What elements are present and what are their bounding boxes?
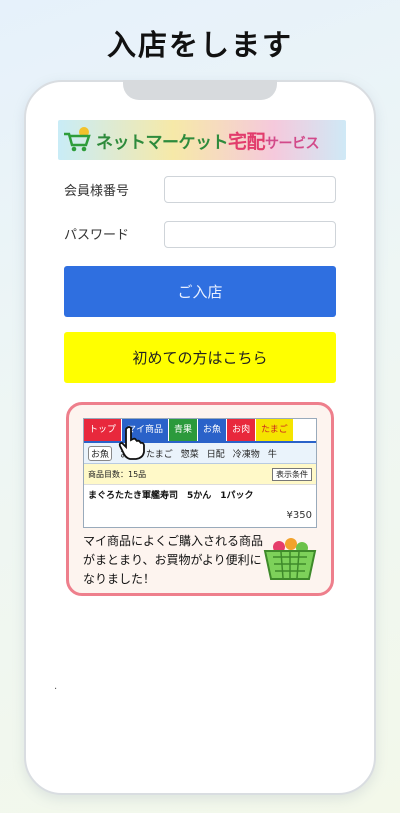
- shopping-cart-icon: [58, 120, 96, 160]
- banner-text-part3: サービス: [265, 135, 320, 152]
- promo-tab-vegetables: 青果: [169, 419, 199, 441]
- shopping-basket-icon: [261, 535, 319, 583]
- promo-tab-meat: お肉: [227, 419, 257, 441]
- page-title: 入店をします: [106, 28, 293, 62]
- member-number-label: 会員様番号: [64, 184, 130, 199]
- promo-subnav-item: たまご: [146, 449, 173, 460]
- my-products-promo: トップ マイ商品 青果 お魚 お肉 たまご お魚 お肉 たまご 惣菜 日配 冷凍…: [66, 402, 334, 596]
- pointer-hand-icon: [117, 425, 147, 468]
- promo-subnav-item: お魚: [88, 445, 113, 461]
- promo-subnav-item: 牛: [267, 449, 277, 460]
- phone-notch: [123, 80, 277, 100]
- promo-item-name: まぐろたたき軍艦寿司 5かん 1パック: [88, 490, 254, 501]
- promo-message: マイ商品によくご購入される商品がまとまり、お買物がより便利になりました！: [83, 534, 264, 586]
- divider-dot: .: [54, 681, 58, 692]
- banner-text-part2: 宅配: [228, 130, 266, 153]
- promo-subnav-item: 冷凍物: [232, 449, 260, 460]
- promo-condition-button: 表示条件: [272, 467, 312, 481]
- promo-tab-fish: お魚: [198, 419, 228, 441]
- promo-item-count: 商品目数：15品: [88, 469, 147, 479]
- banner-text-part1: ネットマーケット: [96, 132, 229, 153]
- member-number-input[interactable]: [164, 176, 336, 203]
- enter-store-button[interactable]: ご入店: [64, 266, 336, 317]
- password-input[interactable]: [164, 221, 336, 248]
- promo-item-price: ¥350: [286, 510, 312, 521]
- promo-subnav-item: 惣菜: [180, 449, 199, 460]
- service-banner: ネットマーケット宅配サービス: [58, 120, 346, 160]
- phone-frame: ネットマーケット宅配サービス 会員様番号 パスワード ご入店 初めての方はこちら…: [24, 80, 376, 795]
- password-label: パスワード: [64, 228, 130, 243]
- promo-subnav-item: 日配: [206, 449, 225, 460]
- first-time-button[interactable]: 初めての方はこちら: [64, 332, 336, 383]
- promo-tab-eggs: たまご: [256, 419, 294, 441]
- banner-title: ネットマーケット宅配サービス: [96, 127, 320, 154]
